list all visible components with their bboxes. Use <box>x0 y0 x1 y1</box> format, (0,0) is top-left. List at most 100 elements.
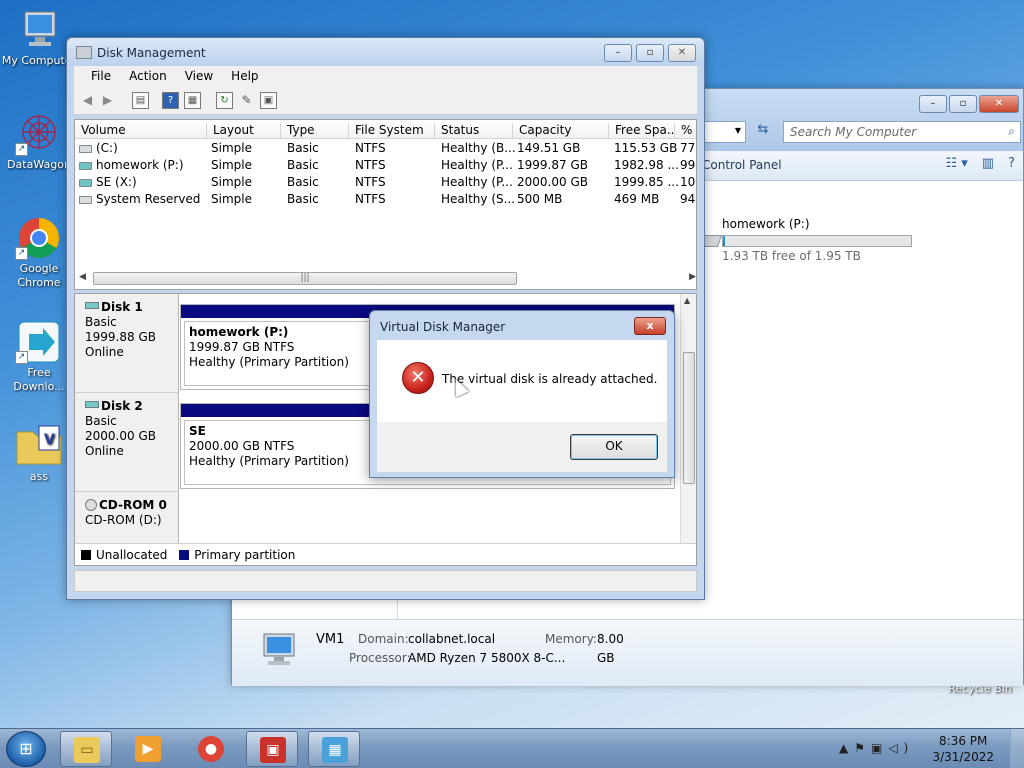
shortcut-arrow-icon: ↗ <box>15 143 28 156</box>
column-header-capacity[interactable]: Capacity <box>513 123 609 139</box>
cdrom-0-label[interactable]: CD-ROM 0 CD-ROM (D:) <box>75 492 179 544</box>
properties-icon[interactable]: ✎ <box>238 92 255 109</box>
shortcut-arrow-icon: ↗ <box>15 351 28 364</box>
column-header-free-space[interactable]: Free Spa... <box>609 123 675 139</box>
taskbar-chrome[interactable]: ● <box>185 731 237 767</box>
taskbar-explorer[interactable]: ▭ <box>60 731 112 767</box>
domain-label: Domain: <box>358 632 409 646</box>
capacity-cell: 2000.00 GB <box>517 175 588 189</box>
show-desktop-button[interactable] <box>1010 729 1024 768</box>
help-icon[interactable]: ? <box>1008 156 1015 171</box>
drive-icon <box>79 195 92 204</box>
dialog-close-button[interactable]: x <box>634 317 666 335</box>
column-header-type[interactable]: Type <box>281 123 349 139</box>
dialog-footer: OK <box>377 422 667 472</box>
drive-homework[interactable]: homework (P:) 1.93 TB free of 1.95 TB <box>722 217 912 263</box>
close-button[interactable]: ✕ <box>668 44 696 62</box>
view-options-icon[interactable]: ☷ ▾ <box>945 156 967 171</box>
search-icon[interactable]: ⌕ <box>1008 124 1015 139</box>
scrollbar-thumb[interactable]: ||| <box>93 272 517 285</box>
forward-icon[interactable]: ▶ <box>99 92 116 109</box>
vertical-scrollbar[interactable]: ▲ ▼ <box>680 294 696 565</box>
address-dropdown[interactable]: ▼ <box>702 121 746 143</box>
ok-button[interactable]: OK <box>570 434 658 460</box>
disk-kind: CD-ROM (D:) <box>85 513 162 527</box>
list-view-icon[interactable]: ▣ <box>260 92 277 109</box>
volume-list-header: Volume Layout Type File System Status Ca… <box>75 120 696 139</box>
disk-management-titlebar[interactable]: Disk Management – ▫ ✕ <box>67 38 704 66</box>
legend-primary: Primary partition <box>194 548 296 562</box>
tray-icons[interactable]: ▲⚑▣◁) <box>839 741 914 755</box>
chevron-down-icon: ▼ <box>734 126 741 135</box>
disk-size: 1999.88 GB <box>85 330 156 344</box>
menu-view[interactable]: View <box>176 66 222 87</box>
table-row[interactable]: homework (P:) Simple Basic NTFS Healthy … <box>75 157 696 174</box>
disk-kind: Basic <box>85 315 117 329</box>
computer-name: VM1 <box>316 632 345 647</box>
column-header-file-system[interactable]: File System <box>349 123 435 139</box>
show-hide-tree-icon[interactable]: ▤ <box>132 92 149 109</box>
percent-cell: 94 <box>680 192 696 206</box>
show-hide-action-pane-icon[interactable]: ▦ <box>184 92 201 109</box>
menu-file[interactable]: File <box>82 66 120 87</box>
preview-pane-icon[interactable]: ▥ <box>982 156 994 171</box>
table-row[interactable]: System Reserved Simple Basic NTFS Health… <box>75 191 696 208</box>
control-panel-link[interactable]: Control Panel <box>702 158 782 172</box>
table-row[interactable]: (C:) Simple Basic NTFS Healthy (B... 149… <box>75 140 696 157</box>
datawagon-icon: ↗ <box>15 112 63 156</box>
refresh-icon[interactable]: ⇆ <box>750 122 776 142</box>
percent-cell: 77 <box>680 141 696 155</box>
table-row[interactable]: SE (X:) Simple Basic NTFS Healthy (P... … <box>75 174 696 191</box>
volume-name: System Reserved <box>96 192 201 206</box>
processor-label: Processor: <box>349 651 411 665</box>
maximize-button[interactable]: ▫ <box>636 44 664 62</box>
minimize-button[interactable]: – <box>919 95 947 113</box>
status-cell: Healthy (B... <box>441 141 516 155</box>
explorer-window-controls: – ▫ ✕ <box>919 95 1019 113</box>
disk-1-label[interactable]: Disk 1 Basic 1999.88 GB Online <box>75 294 179 393</box>
drive-name: homework (P:) <box>722 217 810 231</box>
computer-icon <box>15 8 63 52</box>
status-cell: Healthy (P... <box>441 158 513 172</box>
percent-cell: 100 <box>680 175 696 189</box>
scroll-up-icon[interactable]: ▲ <box>684 296 690 305</box>
domain-value: collabnet.local <box>408 632 496 646</box>
scroll-right-icon[interactable]: ▶ <box>689 272 696 282</box>
dialog-message: The virtual disk is already attached. <box>442 372 658 386</box>
help-icon[interactable]: ? <box>162 92 179 109</box>
column-header-status[interactable]: Status <box>435 123 513 139</box>
search-input[interactable]: Search My Computer ⌕ <box>783 121 1021 143</box>
status-cell: Healthy (S... <box>441 192 516 206</box>
taskbar-toolbox[interactable]: ▣ <box>246 731 298 767</box>
drive-free-text: 1.93 TB free of 1.95 TB <box>722 249 861 263</box>
taskbar-disk-management[interactable]: ▦ <box>308 731 360 767</box>
taskbar-media-player[interactable]: ▶ <box>122 731 174 767</box>
media-player-icon: ▶ <box>135 736 161 762</box>
menu-help[interactable]: Help <box>222 66 267 87</box>
column-header-percent-free[interactable]: % F <box>675 123 696 139</box>
error-icon: ✕ <box>402 362 434 394</box>
clock[interactable]: 8:36 PM 3/31/2022 <box>932 733 994 765</box>
drive-icon <box>79 161 92 170</box>
minimize-button[interactable]: – <box>604 44 632 62</box>
disk-name: CD-ROM 0 <box>99 498 167 512</box>
column-header-volume[interactable]: Volume <box>75 123 207 139</box>
close-button[interactable]: ✕ <box>979 95 1019 113</box>
scroll-left-icon[interactable]: ◀ <box>79 272 86 282</box>
horizontal-scrollbar[interactable]: ◀ ||| ▶ <box>79 272 696 286</box>
start-button[interactable]: ⊞ <box>6 731 46 767</box>
back-icon[interactable]: ◀ <box>79 92 96 109</box>
processor-value: AMD Ryzen 7 5800X 8-C... <box>408 651 566 665</box>
menu-action[interactable]: Action <box>120 66 176 87</box>
memory-label: Memory: <box>545 632 597 646</box>
clock-time: 8:36 PM <box>939 734 988 748</box>
disk-2-label[interactable]: Disk 2 Basic 2000.00 GB Online <box>75 393 179 492</box>
refresh-icon[interactable]: ↻ <box>216 92 233 109</box>
capacity-cell: 149.51 GB <box>517 141 581 155</box>
maximize-button[interactable]: ▫ <box>949 95 977 113</box>
free-cell: 1999.85 ... <box>614 175 679 189</box>
scrollbar-thumb[interactable] <box>683 352 695 484</box>
download-icon: ↗ <box>15 320 63 364</box>
column-header-layout[interactable]: Layout <box>207 123 281 139</box>
type-cell: Basic <box>287 175 319 189</box>
